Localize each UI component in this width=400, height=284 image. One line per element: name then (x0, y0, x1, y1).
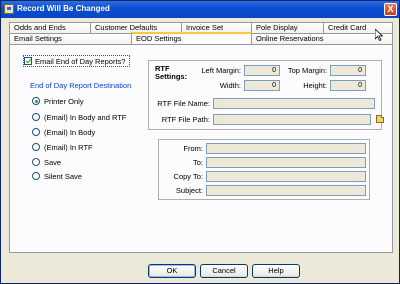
rtf-file-name-label: RTF File Name: (157, 99, 210, 108)
radio-silent-save[interactable] (32, 172, 40, 180)
email-group: From: To: Copy To: Subject: (158, 139, 370, 200)
radio-email-body[interactable] (32, 128, 40, 136)
rtf-settings-group: RTF Settings: Left Margin: 0 Top Margin:… (148, 60, 384, 130)
from-input[interactable] (206, 143, 366, 154)
radio-silent-save-label[interactable]: Silent Save (44, 172, 82, 181)
tab-pole-display[interactable]: Pole Display (251, 22, 324, 33)
help-button[interactable]: Help (252, 264, 300, 278)
close-button[interactable]: X (384, 3, 397, 16)
radio-printer-only-label[interactable]: Printer Only (44, 97, 84, 106)
tab-eod-settings[interactable]: EOD Settings (131, 32, 252, 44)
folder-icon[interactable] (376, 115, 384, 123)
from-label: From: (183, 144, 203, 153)
window-title: Record Will Be Changed (17, 4, 110, 13)
tab-odds-and-ends[interactable]: Odds and Ends (9, 22, 91, 33)
top-margin-input[interactable]: 0 (330, 65, 366, 76)
copy-to-input[interactable] (206, 171, 366, 182)
rtf-file-name-input[interactable] (213, 98, 375, 109)
app-icon (4, 4, 14, 14)
radio-email-body-rtf[interactable] (32, 113, 40, 121)
copy-to-label: Copy To: (173, 172, 203, 181)
rtf-file-path-input[interactable] (213, 114, 371, 125)
close-icon: X (387, 4, 394, 14)
tab-email-settings[interactable]: Email Settings (9, 33, 132, 44)
destination-heading: End of Day Report Destination (30, 81, 132, 90)
radio-printer-only[interactable] (32, 97, 40, 105)
radio-save-label[interactable]: Save (44, 158, 61, 167)
radio-email-body-rtf-label[interactable]: (Email) In Body and RTF (44, 113, 126, 122)
to-label: To: (192, 158, 203, 167)
height-label: Height: (303, 81, 327, 90)
ok-button[interactable]: OK (148, 264, 196, 278)
subject-input[interactable] (206, 185, 366, 196)
email-reports-checkbox[interactable] (24, 57, 32, 65)
radio-email-rtf-label[interactable]: (Email) In RTF (44, 143, 93, 152)
subject-label: Subject: (175, 186, 203, 195)
eod-settings-panel: Email End of Day Reports? End of Day Rep… (9, 44, 393, 253)
rtf-file-path-label: RTF File Path: (161, 115, 210, 124)
left-margin-input[interactable]: 0 (244, 65, 280, 76)
radio-save[interactable] (32, 158, 40, 166)
left-margin-label: Left Margin: (201, 66, 241, 75)
radio-email-body-label[interactable]: (Email) In Body (44, 128, 95, 137)
to-input[interactable] (206, 157, 366, 168)
mouse-cursor-icon (375, 29, 383, 41)
email-reports-label[interactable]: Email End of Day Reports? (35, 57, 125, 66)
title-bar[interactable]: Record Will Be Changed X (1, 1, 399, 18)
height-input[interactable]: 0 (330, 80, 366, 91)
dialog-window: Record Will Be Changed X Odds and Ends C… (0, 0, 400, 284)
top-margin-label: Top Margin: (287, 66, 327, 75)
radio-email-rtf[interactable] (32, 143, 40, 151)
rtf-settings-heading: RTF Settings: (155, 65, 187, 81)
width-label: Width: (219, 81, 241, 90)
width-input[interactable]: 0 (244, 80, 280, 91)
rtf-heading-line2: Settings: (155, 72, 188, 81)
tab-online-reservations[interactable]: Online Reservations (251, 33, 393, 44)
cancel-button[interactable]: Cancel (200, 264, 248, 278)
